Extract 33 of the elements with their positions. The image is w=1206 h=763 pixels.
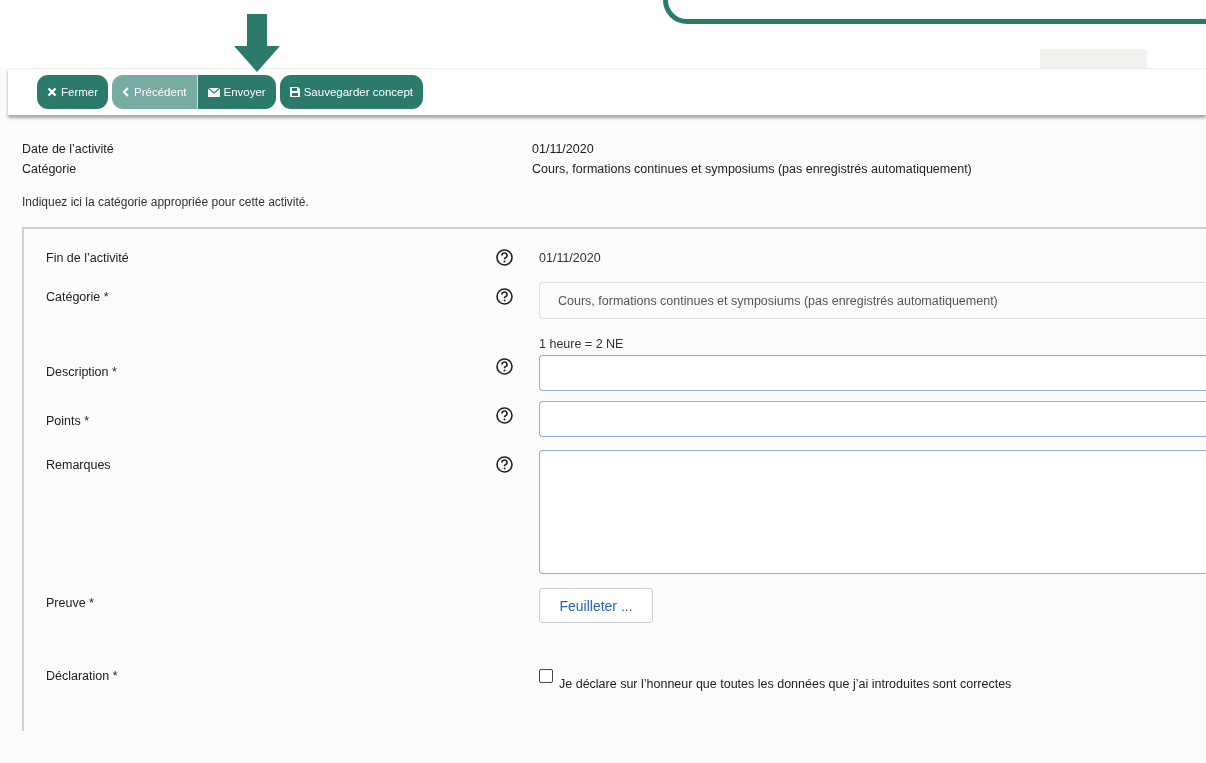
field-label: Fin de l’activité	[46, 250, 130, 265]
hint-text: 1 heure = 2 NE	[539, 337, 625, 351]
toolbar-button[interactable]: Envoyer	[196, 75, 276, 109]
declaration-text: Je déclare sur l’honneur que toutes les données que j’ai introduites sont correctes	[559, 676, 1012, 691]
toolbar-button[interactable]: Sauvegarder concept	[279, 75, 423, 109]
summary-value: 01/11/2020	[532, 141, 594, 158]
field-label: Remarques	[46, 457, 112, 472]
field-label: Déclaration *	[46, 668, 119, 683]
summary-label: Date de l’activité	[22, 141, 115, 158]
checkbox[interactable]	[539, 669, 553, 683]
input-field[interactable]	[539, 401, 1206, 437]
remarks-field[interactable]	[539, 450, 1206, 574]
field-value: 01/11/2020	[539, 250, 602, 265]
help-icon[interactable]	[496, 358, 513, 375]
browse-button[interactable]: Feuilleter ...	[539, 588, 653, 623]
field-label: Preuve *	[46, 595, 95, 610]
summary-value: Cours, formations continues et symposiums (pas enregistrés automatiquement)	[532, 161, 972, 178]
envelope-icon	[207, 87, 220, 97]
summary-label: Catégorie	[22, 161, 78, 178]
toolbar-button[interactable]: Fermer	[37, 75, 109, 109]
down-arrow-icon	[234, 14, 280, 72]
field-label: Points *	[46, 413, 91, 430]
close-icon	[47, 87, 57, 97]
chevron-left-icon	[122, 87, 131, 97]
field-label: Description *	[46, 364, 118, 381]
category-select[interactable]: Cours, formations continues et symposiums (pas enregistrés automatiquement)	[539, 282, 1206, 319]
field-label: Catégorie *	[46, 289, 110, 304]
help-icon[interactable]	[496, 407, 513, 424]
help-icon[interactable]	[496, 288, 513, 305]
help-icon[interactable]	[496, 249, 513, 266]
input-field[interactable]	[539, 355, 1206, 391]
help-icon[interactable]	[496, 456, 513, 473]
instruction-text: Indiquez ici la catégorie appropriée pour cette activité.	[22, 195, 310, 209]
